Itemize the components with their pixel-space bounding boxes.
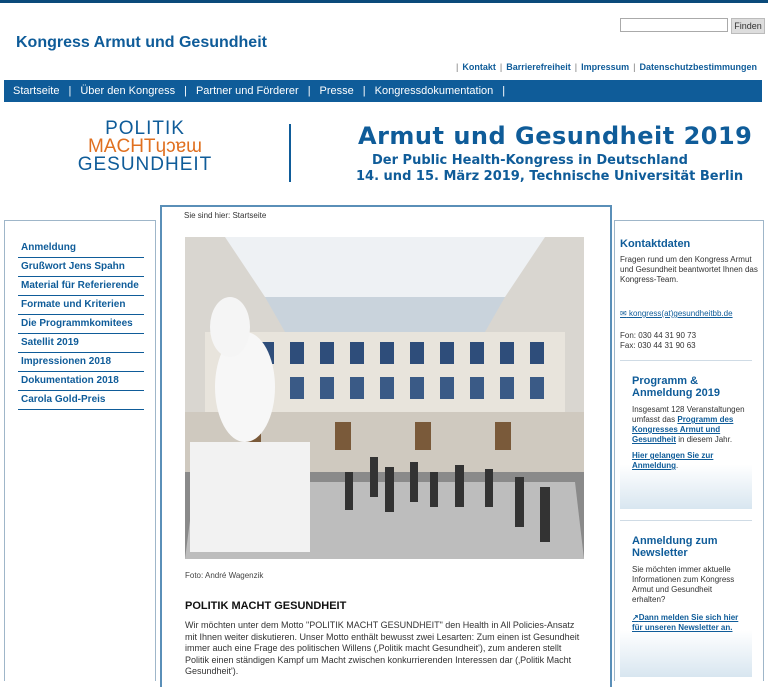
program-box-title: Programm & Anmeldung 2019 xyxy=(632,375,721,399)
banner-divider xyxy=(289,124,291,182)
contact-text: Fragen rund um den Kongress Armut und Ge… xyxy=(620,255,758,284)
breadcrumb: Sie sind hier: Startseite xyxy=(184,211,267,220)
meta-link-datenschutz[interactable]: Datenschutzbestimmungen xyxy=(635,62,761,72)
atrium-photo xyxy=(185,237,584,559)
left-nav-programmkomitees[interactable]: Die Programmkomitees xyxy=(18,315,144,334)
left-nav-dokumentation[interactable]: Dokumentation 2018 xyxy=(18,372,144,391)
contact-phone: Fon: 030 44 31 90 73 Fax: 030 44 31 90 6… xyxy=(620,331,696,351)
contact-email[interactable]: kongress(at)gesundheitbb.de xyxy=(629,309,733,318)
left-nav: Anmeldung Grußwort Jens Spahn Material f… xyxy=(18,239,144,410)
mail-icon: ✉ xyxy=(620,309,627,318)
registration-link-wrap: Hier gelangen Sie zur Anmeldung. xyxy=(632,451,714,470)
search-button[interactable]: Finden xyxy=(731,18,765,34)
left-nav-anmeldung[interactable]: Anmeldung xyxy=(18,239,144,258)
program-box-text-b: in diesem Jahr. xyxy=(676,435,733,444)
politik-macht-gesundheit-logo: POLITIK MACHTɥɔɐɯ GESUNDHEIT xyxy=(75,119,215,175)
newsletter-link-wrap: ↗Dann melden Sie sich hier für unseren N… xyxy=(620,605,752,633)
program-box-text: Insgesamt 128 Veranstaltungen umfasst da… xyxy=(620,399,752,445)
newsletter-box-text: Sie möchten immer aktuelle Informationen… xyxy=(632,565,735,604)
meta-nav: | Kontakt | Barrierefreiheit | Impressum… xyxy=(456,62,761,72)
registration-link[interactable]: Hier gelangen Sie zur Anmeldung xyxy=(632,451,713,470)
newsletter-link[interactable]: Dann melden Sie sich hier für unseren Ne… xyxy=(632,613,738,632)
site-title[interactable]: Kongress Armut und Gesundheit xyxy=(16,34,267,52)
top-border xyxy=(0,0,768,3)
newsletter-box-title: Anmeldung zum Newsletter xyxy=(632,535,718,559)
meta-link-barrierefreiheit[interactable]: Barrierefreiheit xyxy=(502,62,575,72)
nav-partner[interactable]: Partner und Förderer xyxy=(187,85,308,97)
contact-email-link[interactable]: ✉ kongress(at)gesundheitbb.de xyxy=(620,309,733,318)
content-body: Wir möchten unter dem Motto "POLITIK MAC… xyxy=(185,620,580,676)
logo-line-3: GESUNDHEIT xyxy=(77,154,213,175)
meta-link-kontakt[interactable]: Kontakt xyxy=(458,62,500,72)
meta-link-impressum[interactable]: Impressum xyxy=(577,62,633,72)
banner-subtitle: Der Public Health-Kongress in Deutschlan… xyxy=(372,153,688,168)
photo-caption: Foto: André Wagenzik xyxy=(185,571,264,580)
left-nav-satellit[interactable]: Satellit 2019 xyxy=(18,334,144,353)
main-nav: Startseite | Über den Kongress | Partner u… xyxy=(4,80,762,102)
link-arrow-icon: ↗ xyxy=(632,613,639,622)
left-nav-impressionen[interactable]: Impressionen 2018 xyxy=(18,353,144,372)
contact-title: Kontaktdaten xyxy=(620,238,691,250)
search-input[interactable] xyxy=(620,18,728,32)
phone-number: Fon: 030 44 31 90 73 xyxy=(620,331,697,340)
left-nav-carola-gold-preis[interactable]: Carola Gold-Preis xyxy=(18,391,144,410)
separator: | xyxy=(502,85,506,97)
left-nav-formate[interactable]: Formate und Kriterien xyxy=(18,296,144,315)
banner-title: Armut und Gesundheit 2019 xyxy=(358,122,753,150)
left-nav-material[interactable]: Material für Referierende xyxy=(18,277,144,296)
banner-date-location: 14. und 15. März 2019, Technische Univer… xyxy=(356,169,744,184)
program-box: Programm & Anmeldung 2019 Insgesamt 128 … xyxy=(620,360,752,509)
left-nav-grusswort[interactable]: Grußwort Jens Spahn xyxy=(18,258,144,277)
fax-number: Fax: 030 44 31 90 63 xyxy=(620,341,696,350)
content-heading: POLITIK MACHT GESUNDHEIT xyxy=(185,600,347,612)
nav-startseite[interactable]: Startseite xyxy=(4,85,68,97)
nav-ueber-den-kongress[interactable]: Über den Kongress xyxy=(71,85,184,97)
newsletter-box: Anmeldung zum Newsletter Sie möchten imm… xyxy=(620,520,752,677)
nav-presse[interactable]: Presse xyxy=(311,85,363,97)
nav-kongressdokumentation[interactable]: Kongressdokumentation xyxy=(366,85,503,97)
